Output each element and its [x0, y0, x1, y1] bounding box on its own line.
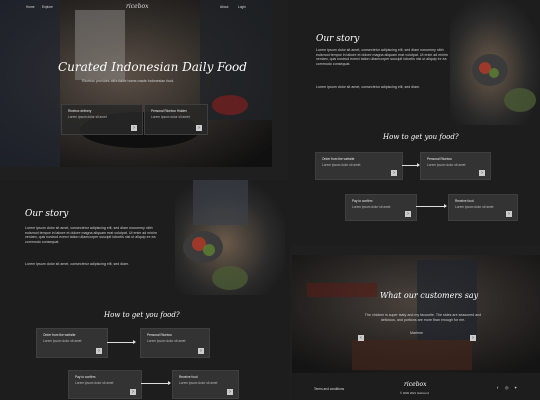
how-title: How to get you food? [104, 311, 180, 319]
story-title: Our story [316, 34, 360, 44]
arrow-icon[interactable]: › [131, 125, 137, 131]
step-text: Lorem ipsum dolor sit amet [322, 163, 361, 167]
nav-login[interactable]: Login [238, 5, 246, 9]
brand-logo[interactable]: ricebox [126, 3, 149, 10]
arrow-icon[interactable]: › [479, 170, 485, 176]
footer-brand: ricebox [404, 381, 427, 388]
story-para-2: Lorem ipsum dolor sit amet, consectetur … [25, 262, 130, 266]
step-title: Receive food [179, 375, 198, 379]
instagram-icon[interactable]: ◎ [505, 385, 509, 390]
step-title: Receive food [455, 199, 474, 203]
step-2[interactable]: Personal Ricebox Lorem ipsum dolor sit a… [420, 152, 491, 180]
footer: Terms and conditions ricebox © 2020 2021… [292, 373, 540, 400]
step-text: Lorem ipsum dolor sit amet [455, 205, 494, 209]
nav-home[interactable]: Home [26, 5, 35, 9]
hero-title: Curated Indonesian Daily Food [58, 60, 247, 74]
card-title: Ricebox delivery [68, 109, 92, 113]
hero-subtitle: Ricebox provides affordable home-made In… [82, 79, 175, 83]
arrow-icon[interactable]: › [506, 211, 512, 217]
step-text: Lorem ipsum dolor sit amet [352, 205, 391, 209]
footer-terms-link[interactable]: Terms and conditions [314, 387, 344, 391]
testimonial-title: What our customers say [380, 291, 479, 300]
step-1[interactable]: Order from the website Lorem ipsum dolor… [36, 328, 108, 358]
story-how-section-2: Our story Lorem ipsum dolor sit amet, co… [0, 180, 290, 400]
arrow-icon[interactable]: › [227, 389, 233, 395]
arrow-icon[interactable]: › [196, 125, 202, 131]
flow-arrow [141, 381, 171, 385]
facebook-icon[interactable]: f [497, 385, 498, 390]
step-text: Lorem ipsum dolor sit amet [179, 381, 218, 385]
story-para-1: Lorem ipsum dolor sit amet, consectetur … [316, 48, 448, 66]
story-para-1: Lorem ipsum dolor sit amet, consectetur … [25, 226, 157, 244]
how-title: How to get you food? [383, 133, 459, 141]
step-text: Lorem ipsum dolor sit amet [75, 381, 114, 385]
next-arrow-icon[interactable]: › [470, 335, 476, 341]
step-title: Pay to confirm [75, 375, 96, 379]
hero-card-2[interactable]: Personal Ricebox Hidden Lorem Ipsum dolo… [144, 104, 208, 135]
step-title: Personal Ricebox [147, 333, 172, 337]
food-photo [450, 0, 540, 125]
card-text: Lorem Ipsum dolor sit amet [68, 115, 107, 119]
arrow-icon[interactable]: › [391, 170, 397, 176]
step-title: Personal Ricebox [427, 157, 452, 161]
hero-section: Home Explore ricebox About Login Curated… [0, 0, 272, 167]
step-title: Pay to confirm [352, 199, 373, 203]
step-title: Order from the website [322, 157, 355, 161]
step-text: Lorem ipsum dolor sit amet [147, 339, 186, 343]
nav-about[interactable]: About [220, 5, 228, 9]
card-text: Lorem Ipsum dolor sit amet [151, 115, 190, 119]
twitter-icon[interactable]: ✦ [514, 385, 517, 390]
step-1[interactable]: Order from the website Lorem ipsum dolor… [315, 152, 403, 180]
flow-arrow [107, 340, 136, 344]
hero-card-1[interactable]: Ricebox delivery Lorem Ipsum dolor sit a… [61, 104, 143, 135]
flow-arrow [402, 163, 420, 167]
story-para-2: Lorem ipsum dolor sit amet, consectetur … [316, 85, 421, 89]
step-title: Order from the website [43, 333, 76, 337]
step-4[interactable]: Receive food Lorem ipsum dolor sit amet … [172, 370, 239, 399]
nav-explore[interactable]: Explore [42, 5, 53, 9]
testimonial-name: Marlene [410, 331, 423, 335]
testimonial-section: What our customers say The chicken is su… [292, 255, 540, 400]
story-how-section: Our story Lorem ipsum dolor sit amet, co… [288, 0, 540, 245]
flow-arrow [416, 204, 447, 208]
arrow-icon[interactable]: › [198, 348, 204, 354]
arrow-icon[interactable]: › [130, 389, 136, 395]
arrow-icon[interactable]: › [96, 348, 102, 354]
step-text: Lorem ipsum dolor sit amet [43, 339, 82, 343]
arrow-icon[interactable]: › [405, 211, 411, 217]
step-text: Lorem ipsum dolor sit amet [427, 163, 466, 167]
step-2[interactable]: Personal Ricebox Lorem ipsum dolor sit a… [140, 328, 210, 358]
step-3[interactable]: Pay to confirm Lorem ipsum dolor sit ame… [345, 194, 417, 221]
card-title: Personal Ricebox Hidden [151, 109, 187, 113]
food-photo [175, 180, 285, 295]
footer-copyright: © 2020 2021 ricebox.id [400, 391, 429, 395]
step-3[interactable]: Pay to confirm Lorem ipsum dolor sit ame… [68, 370, 142, 399]
story-title: Our story [25, 209, 69, 219]
prev-arrow-icon[interactable]: ‹ [358, 335, 364, 341]
step-4[interactable]: Receive food Lorem ipsum dolor sit amet … [448, 194, 518, 221]
testimonial-quote: The chicken is super tasty and my favour… [364, 313, 482, 322]
